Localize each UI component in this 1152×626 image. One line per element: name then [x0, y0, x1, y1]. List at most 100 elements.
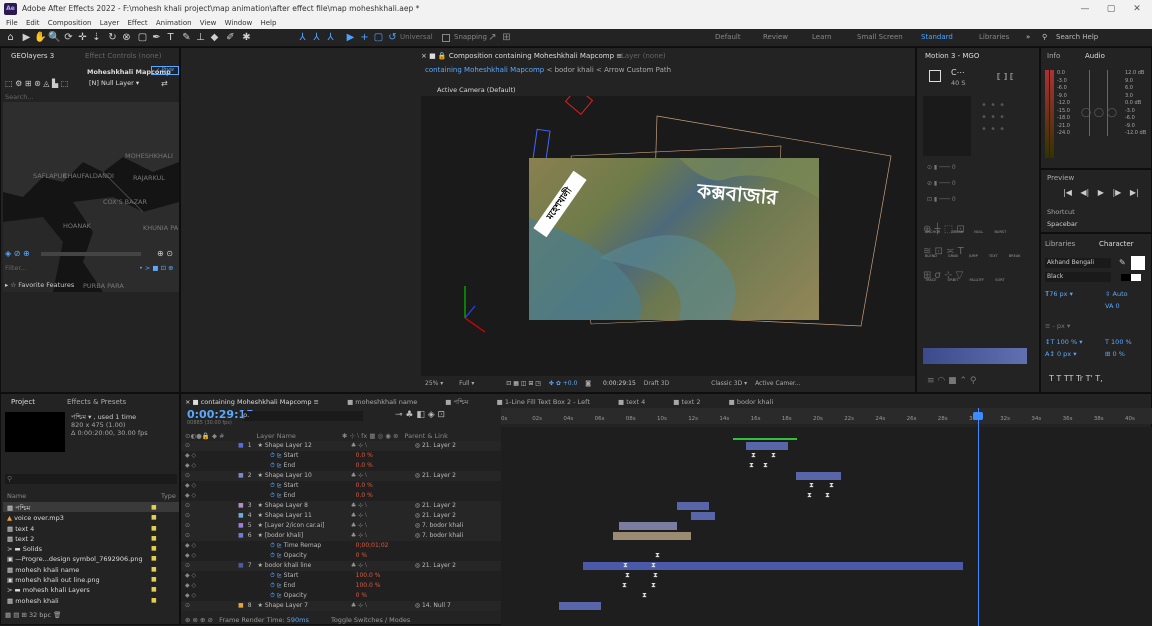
- keyframe-nav-icon[interactable]: ◆ ◇: [185, 482, 196, 489]
- horizontal-scale-field[interactable]: T 100 %: [1105, 338, 1132, 346]
- audio-fader-left[interactable]: [1089, 70, 1090, 136]
- shortcut-select[interactable]: Spacebar: [1047, 220, 1078, 228]
- audio-fader-knobs[interactable]: ◯ ◯ ◯: [1081, 108, 1117, 118]
- effects-presets-tab[interactable]: Effects & Presets: [67, 396, 126, 408]
- keyframe-icon[interactable]: ⧗: [771, 451, 776, 460]
- home-icon[interactable]: ⌂: [4, 31, 17, 44]
- stopwatch-icon[interactable]: ⏱ ⊵: [270, 462, 284, 469]
- fill-color-swatch[interactable]: [1131, 256, 1145, 270]
- keyframe-icon[interactable]: ⧗: [763, 461, 768, 470]
- layer-label-color[interactable]: ■: [238, 512, 244, 519]
- parent-link-select[interactable]: ◎ 21. Layer 2: [415, 512, 456, 519]
- layer-label-color[interactable]: ■: [238, 442, 244, 449]
- layer-switches[interactable]: ♣ ⊹ ⧵: [351, 531, 413, 541]
- universal-label[interactable]: Universal: [400, 33, 433, 41]
- property-value[interactable]: 0 %: [356, 551, 418, 561]
- layer-switches[interactable]: ♣ ⊹ ⧵: [351, 471, 413, 481]
- favorite-features-item[interactable]: ▸ ☆ Favorite Features: [5, 281, 74, 289]
- viewer-toggle-icons[interactable]: ⊡ ▦ ◫ ⊞ ◳: [506, 380, 541, 387]
- timeline-tab-active[interactable]: × ■ containing Moheshkhali Mapcomp ≡: [185, 398, 319, 406]
- text-style-buttons[interactable]: T T TT Tr T' T,: [1049, 374, 1103, 383]
- pickwhip-icon[interactable]: ◎: [415, 502, 422, 509]
- draft-3d-toggle[interactable]: Draft 3D: [644, 380, 669, 387]
- vertical-scale-field[interactable]: ↕T 100 % ▾: [1045, 338, 1082, 346]
- menu-effect[interactable]: Effect: [127, 19, 147, 27]
- composition-tab[interactable]: × ■ 🔒 Composition containing Moheshkhali…: [421, 50, 622, 62]
- workspace-review[interactable]: Review: [763, 33, 788, 41]
- project-item[interactable]: > ▬ mohesh khali Layers: [7, 585, 143, 595]
- resolution-select[interactable]: Full: [459, 380, 469, 387]
- keyframe-nav-icon[interactable]: ◆ ◇: [185, 582, 196, 589]
- menu-file[interactable]: File: [6, 19, 18, 27]
- project-item[interactable]: ▦ mohesh khali: [7, 596, 143, 606]
- keyframe-icon[interactable]: ⧗: [809, 481, 814, 490]
- workspace-learn[interactable]: Learn: [812, 33, 832, 41]
- menu-layer[interactable]: Layer: [100, 19, 120, 27]
- layer-switches[interactable]: ♣ ⊹ ⧵: [351, 601, 413, 611]
- pan-tool-icon[interactable]: ✛: [76, 31, 89, 44]
- leading-field[interactable]: ⇳ Auto: [1105, 290, 1128, 298]
- geolayers-search-input[interactable]: Search...: [5, 93, 34, 101]
- menu-animation[interactable]: Animation: [156, 19, 192, 27]
- menu-window[interactable]: Window: [225, 19, 253, 27]
- motion-anchor-grid[interactable]: • • • • • • • • •: [981, 100, 1005, 136]
- geolayers-tab[interactable]: GEOlayers 3: [11, 50, 54, 62]
- motion-bottom-icons[interactable]: ≡ ◠ ■ ⌃ ⚲: [927, 376, 976, 386]
- parent-link-select[interactable]: ◎ 7. bodor khali: [415, 522, 463, 529]
- workspace-libraries[interactable]: Libraries: [979, 33, 1009, 41]
- project-col-name[interactable]: Name: [7, 492, 26, 500]
- layer-duration-bar[interactable]: [613, 532, 691, 540]
- parent-link-select[interactable]: ◎ 21. Layer 2: [415, 562, 456, 569]
- layer-none-tab[interactable]: Layer (none): [621, 50, 666, 62]
- timeline-property-row[interactable]: ◆ ◇ ⏱ ⊵ Opacity 0 %: [185, 551, 505, 561]
- font-style-select[interactable]: Black: [1045, 272, 1111, 282]
- timeline-layer-row[interactable]: ⊙ ■ 2 ★ Shape Layer 10 ♣ ⊹ ⧵ ◎ 21. Layer 2: [185, 471, 505, 481]
- search-help-input[interactable]: Search Help: [1056, 33, 1098, 41]
- layer-switches[interactable]: ♣ ⊹ ⧵: [351, 441, 413, 451]
- keyframe-icon[interactable]: ⧗: [653, 571, 658, 580]
- breadcrumb-item-mapcomp[interactable]: containing Moheshkhali Mapcomp: [425, 66, 544, 74]
- property-value[interactable]: 0;00;01;02: [356, 541, 418, 551]
- orbit-tool-icon[interactable]: ⟳: [62, 31, 75, 44]
- project-item[interactable]: > ▬ Solids: [7, 544, 143, 554]
- keyframe-nav-icon[interactable]: ◆ ◇: [185, 542, 196, 549]
- color-icons[interactable]: ✤ ✿ +0.0: [549, 380, 577, 387]
- keyframe-icon[interactable]: ⧗: [655, 551, 660, 560]
- character-tab[interactable]: Character: [1099, 238, 1134, 250]
- renderer-select[interactable]: Classic 3D: [711, 380, 742, 387]
- timeline-layer-row[interactable]: ⊙ ■ 6 ★ [bodor khali] ♣ ⊹ ⧵ ◎ 7. bodor khali: [185, 531, 505, 541]
- visibility-icon[interactable]: ⊙: [185, 522, 190, 529]
- pickwhip-icon[interactable]: ◎: [415, 532, 422, 539]
- motion-graph-bar[interactable]: [923, 348, 1027, 364]
- menu-edit[interactable]: Edit: [26, 19, 40, 27]
- roto-brush-tool-icon[interactable]: ✐: [224, 31, 237, 44]
- toggle-switches-modes-button[interactable]: Toggle Switches / Modes: [331, 616, 410, 624]
- motion-tab[interactable]: Motion 3 - MGO: [925, 50, 979, 62]
- stopwatch-icon[interactable]: ⏱ ⊵: [270, 572, 284, 579]
- playhead-handle[interactable]: [973, 412, 983, 420]
- keyframe-icon[interactable]: ⧗: [749, 461, 754, 470]
- keyframe-nav-icon[interactable]: ◆ ◇: [185, 462, 196, 469]
- bpc-label[interactable]: 32 bpc: [29, 611, 51, 619]
- tracking-field[interactable]: VA 0: [1105, 302, 1120, 310]
- parent-link-select[interactable]: ◎ 14. Null 7: [415, 602, 451, 609]
- visibility-icon[interactable]: ⊙: [185, 472, 190, 479]
- puppet-tool-icon[interactable]: ✱: [240, 31, 253, 44]
- layer-switches[interactable]: ♣ ⊹ ⧵: [351, 511, 413, 521]
- type-tool-icon[interactable]: T: [164, 31, 177, 44]
- property-value[interactable]: 0.0 %: [356, 491, 418, 501]
- layer-switches[interactable]: ♣ ⊹ ⧵: [351, 521, 413, 531]
- zoom-tool-icon[interactable]: 🔍: [48, 31, 61, 44]
- timeline-property-row[interactable]: ◆ ◇ ⏱ ⊵ End 0.0 %: [185, 491, 505, 501]
- map-nav-icons[interactable]: ◈ ⊘ ⊕: [5, 249, 30, 258]
- motion-buttons-row-2[interactable]: BLEND GRAB JUMP TEXT BREAK: [925, 254, 1020, 258]
- timeline-tab[interactable]: ■ পশ্চিম: [445, 398, 468, 406]
- timeline-layer-row[interactable]: ⊙ ■ 8 ★ Shape Layer 7 ♣ ⊹ ⧵ ◎ 14. Null 7: [185, 601, 505, 611]
- libraries-tab[interactable]: Libraries: [1045, 238, 1075, 250]
- menu-composition[interactable]: Composition: [48, 19, 92, 27]
- keyframe-icon[interactable]: ⧗: [623, 561, 628, 570]
- layer-switches[interactable]: ♣ ⊹ ⧵: [351, 561, 413, 571]
- filter-tools-icons[interactable]: • > ■ ⊡ ⊕: [139, 264, 174, 272]
- layer-label-color[interactable]: ■: [238, 502, 244, 509]
- zoom-select[interactable]: 25%: [425, 380, 438, 387]
